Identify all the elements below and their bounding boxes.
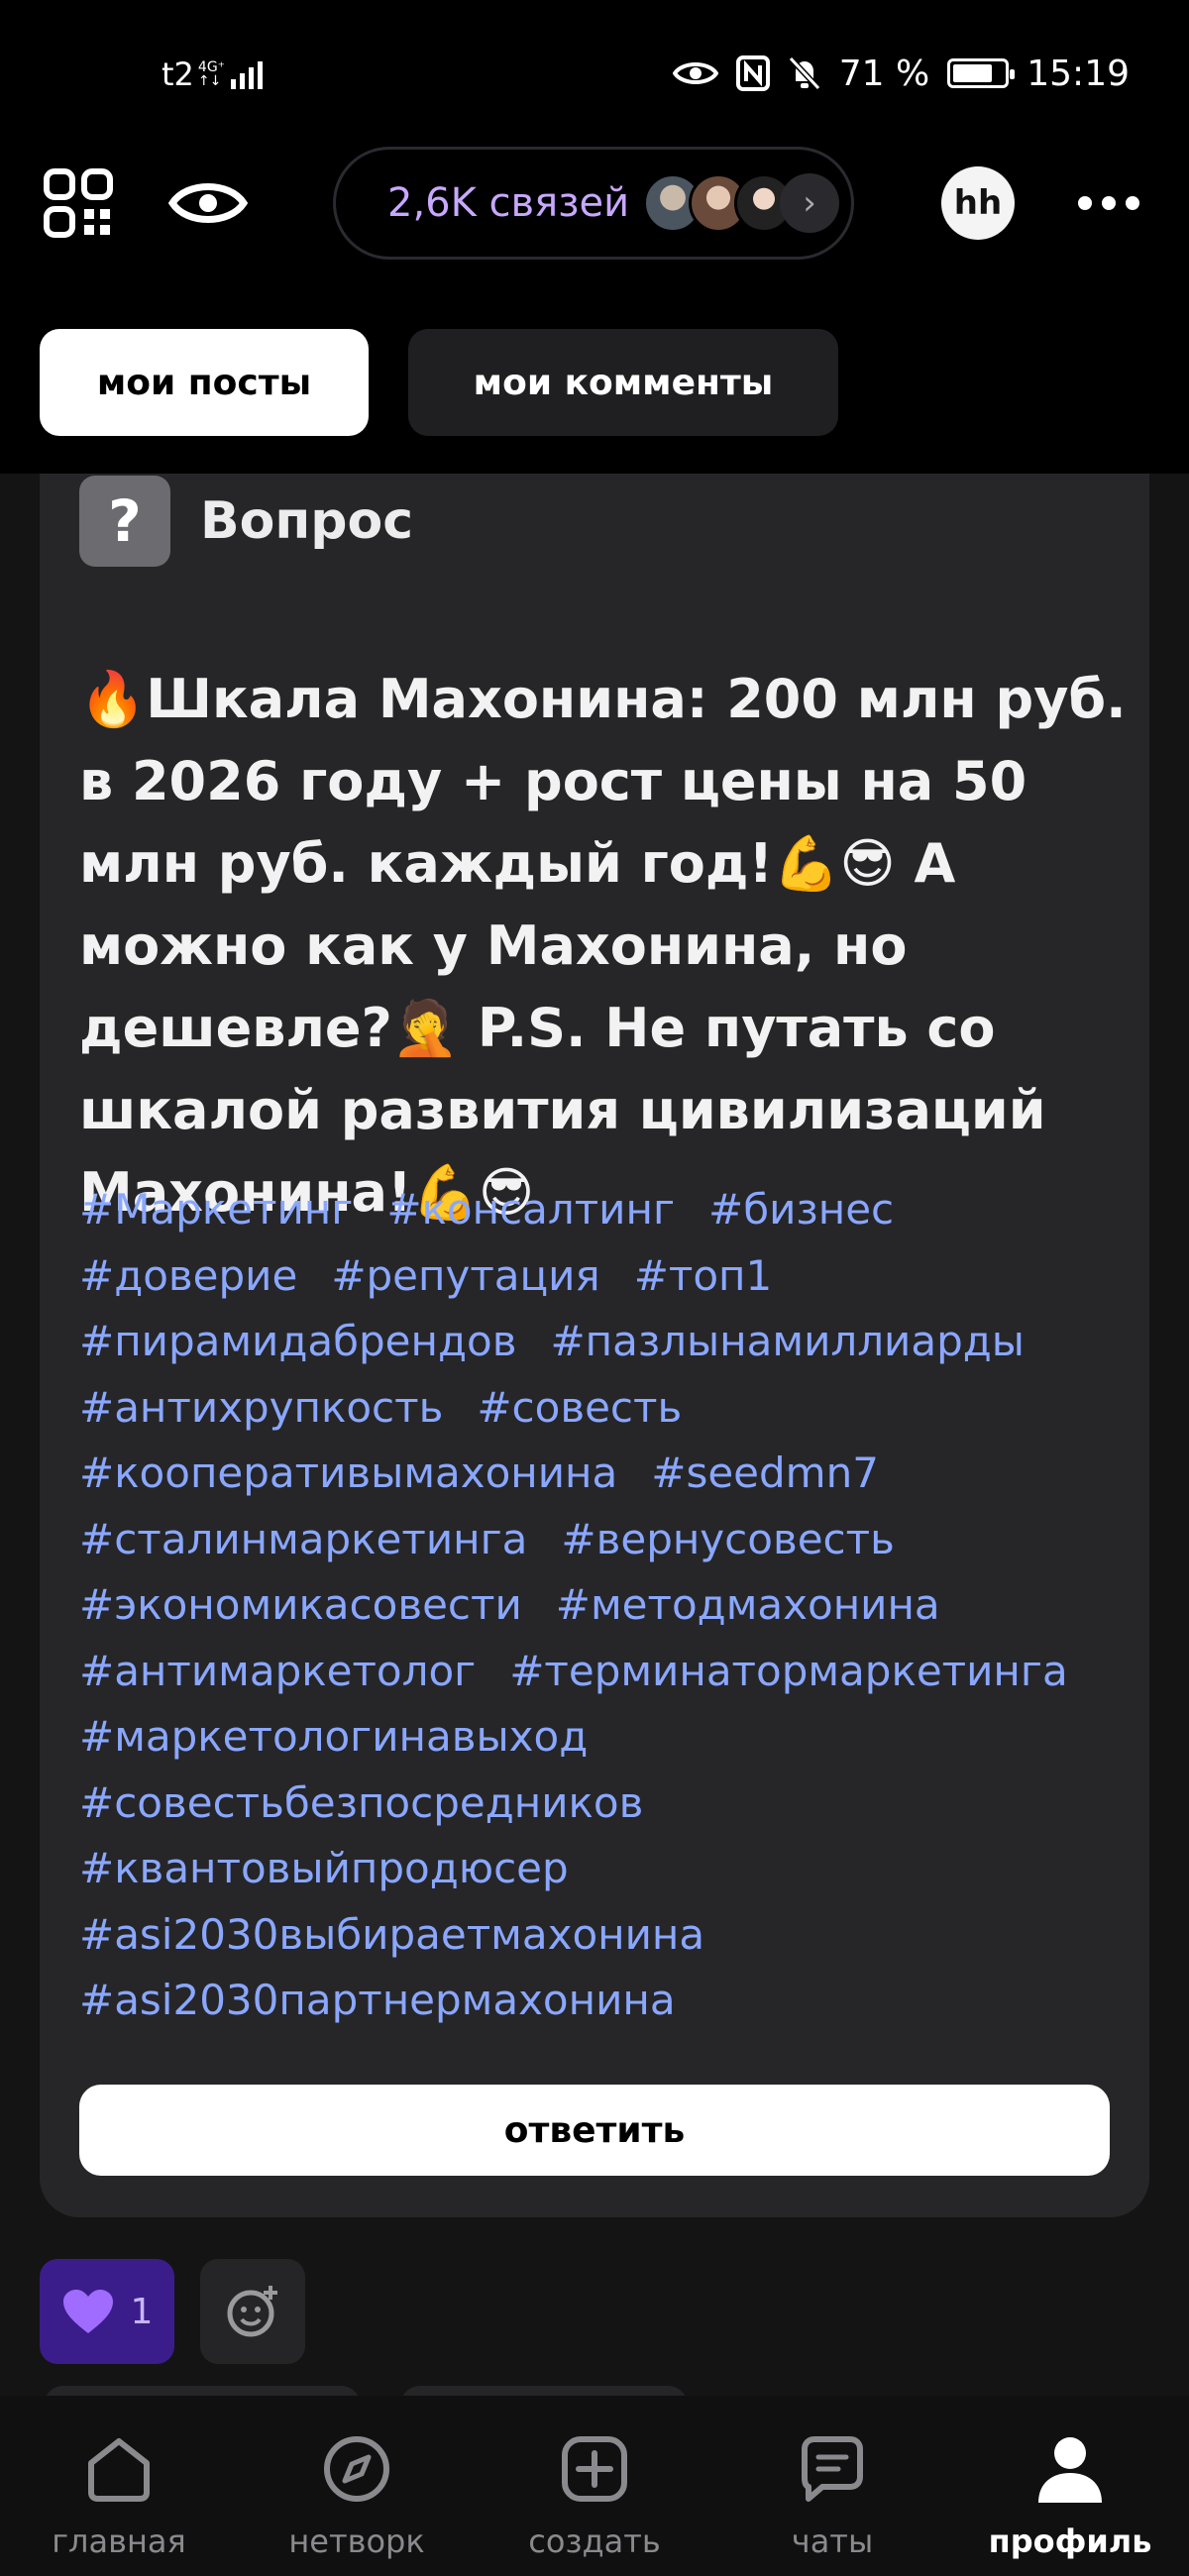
profile-icon [1038,2437,1102,2503]
hashtag-link[interactable]: #консалтинг [386,1177,675,1243]
hashtag-link[interactable]: #сталинмаркетинга [79,1507,527,1573]
next-card-peek [400,2386,688,2396]
hashtag-link[interactable]: #бизнес [708,1177,894,1243]
clock: 15:19 [1027,53,1130,94]
status-bar: t2 4G⁺ ↑↓ 71 % 15:19 [0,0,1189,149]
more-options-icon[interactable] [1078,196,1139,210]
carrier-name: t2 [162,55,194,93]
hashtag-link[interactable]: #антимаркетолог [79,1639,476,1705]
hashtag-link[interactable]: #вернусовесть [561,1507,894,1573]
chat-icon [802,2436,863,2502]
tab-my-comments[interactable]: мои комменты [408,329,838,436]
nav-item-home[interactable]: главная [0,2396,238,2576]
hashtag-link[interactable]: #совестьбезпосредников [79,1771,1130,1837]
battery-percent: 71 % [838,53,930,94]
post-type: ? Вопрос [79,476,413,567]
feed[interactable]: ? Вопрос 🔥Шкала Махонина: 200 млн руб. в… [0,474,1189,2396]
plus-square-icon [562,2436,627,2502]
heart-icon [62,2290,113,2333]
hashtag-link[interactable]: #репутация [331,1243,599,1310]
hashtag-link[interactable]: #пирамидабрендов [79,1309,516,1375]
add-emoji-icon [227,2286,277,2337]
heart-reaction-button[interactable]: 1 [40,2259,174,2364]
hashtag-link[interactable]: #кооперативымахонина [79,1441,617,1507]
add-reaction-button[interactable] [200,2259,305,2364]
nav-item-network[interactable]: нетворк [238,2396,476,2576]
nav-label: главная [52,2522,186,2560]
reaction-count: 1 [130,2291,154,2332]
hashtag-link[interactable]: #Маркетинг [79,1177,353,1243]
hashtag-link[interactable]: #доверие [79,1243,297,1310]
hashtag-link[interactable]: #совесть [477,1375,682,1442]
compass-icon [324,2436,389,2502]
carrier-signal: t2 4G⁺ ↑↓ [162,55,264,93]
tab-my-posts[interactable]: мои посты [40,329,369,436]
nav-item-create[interactable]: создать [476,2396,713,2576]
profile-tabs: мои посты мои комменты [40,329,838,436]
hashtag-link[interactable]: #терминатормаркетинга [509,1639,1067,1705]
nav-item-profile[interactable]: профиль [951,2396,1189,2576]
home-icon [88,2438,150,2502]
nfc-icon [735,55,770,91]
hashtag-link[interactable]: #пазлынамиллиарды [550,1309,1025,1375]
hashtag-link[interactable]: #антихрупкость [79,1375,443,1442]
nav-label: чаты [791,2522,874,2560]
nav-label: создать [528,2522,661,2560]
chevron-right-icon: › [780,173,840,233]
hashtag-link[interactable]: #маркетологинавыход [79,1704,1130,1771]
network-type: 4G⁺ ↑↓ [197,59,226,89]
profile-avatar[interactable]: hh [941,166,1015,240]
reply-button[interactable]: ответить [79,2085,1110,2176]
status-right: 71 % 15:19 [672,50,1130,97]
hashtag-link[interactable]: #seedmn7 [651,1441,879,1507]
connections-avatars: › [643,173,840,233]
reactions-bar: 1 [40,2259,305,2364]
connections-button[interactable]: 2,6K связей › [333,147,854,260]
top-bar: 2,6K связей › hh [0,139,1189,268]
hashtag-link[interactable]: #методмахонина [556,1572,940,1639]
hashtag-link[interactable]: #asi2030выбираетмахонина [79,1902,1130,1969]
nav-item-chats[interactable]: чаты [713,2396,951,2576]
hashtag-link[interactable]: #квантовыйпродюсер [79,1836,1130,1902]
battery-icon [947,58,1016,88]
hashtag-link[interactable]: #топ1 [634,1243,773,1310]
next-card-peek [44,2386,361,2396]
connections-count: 2,6K связей [387,180,630,226]
hashtag-list: #Маркетинг #консалтинг #бизнес #доверие … [79,1177,1130,2034]
post-text: 🔥Шкала Махонина: 200 млн руб. в 2026 год… [79,668,1145,1224]
hashtag-link[interactable]: #asi2030партнермахонина [79,1968,1130,2034]
hashtag-link[interactable]: #экономикасовести [79,1572,522,1639]
bottom-nav: главная нетворк создать чаты профиль [0,2396,1189,2576]
signal-icon [231,59,264,89]
question-icon: ? [79,476,170,567]
mute-icon [788,55,820,91]
eye-comfort-icon [672,62,718,84]
qr-code-icon[interactable] [44,168,113,238]
post-type-label: Вопрос [200,491,414,551]
post-card: ? Вопрос 🔥Шкала Махонина: 200 млн руб. в… [40,474,1149,2217]
nav-label: нетворк [288,2522,425,2560]
nav-label: профиль [988,2522,1152,2560]
eye-icon[interactable] [168,173,248,233]
